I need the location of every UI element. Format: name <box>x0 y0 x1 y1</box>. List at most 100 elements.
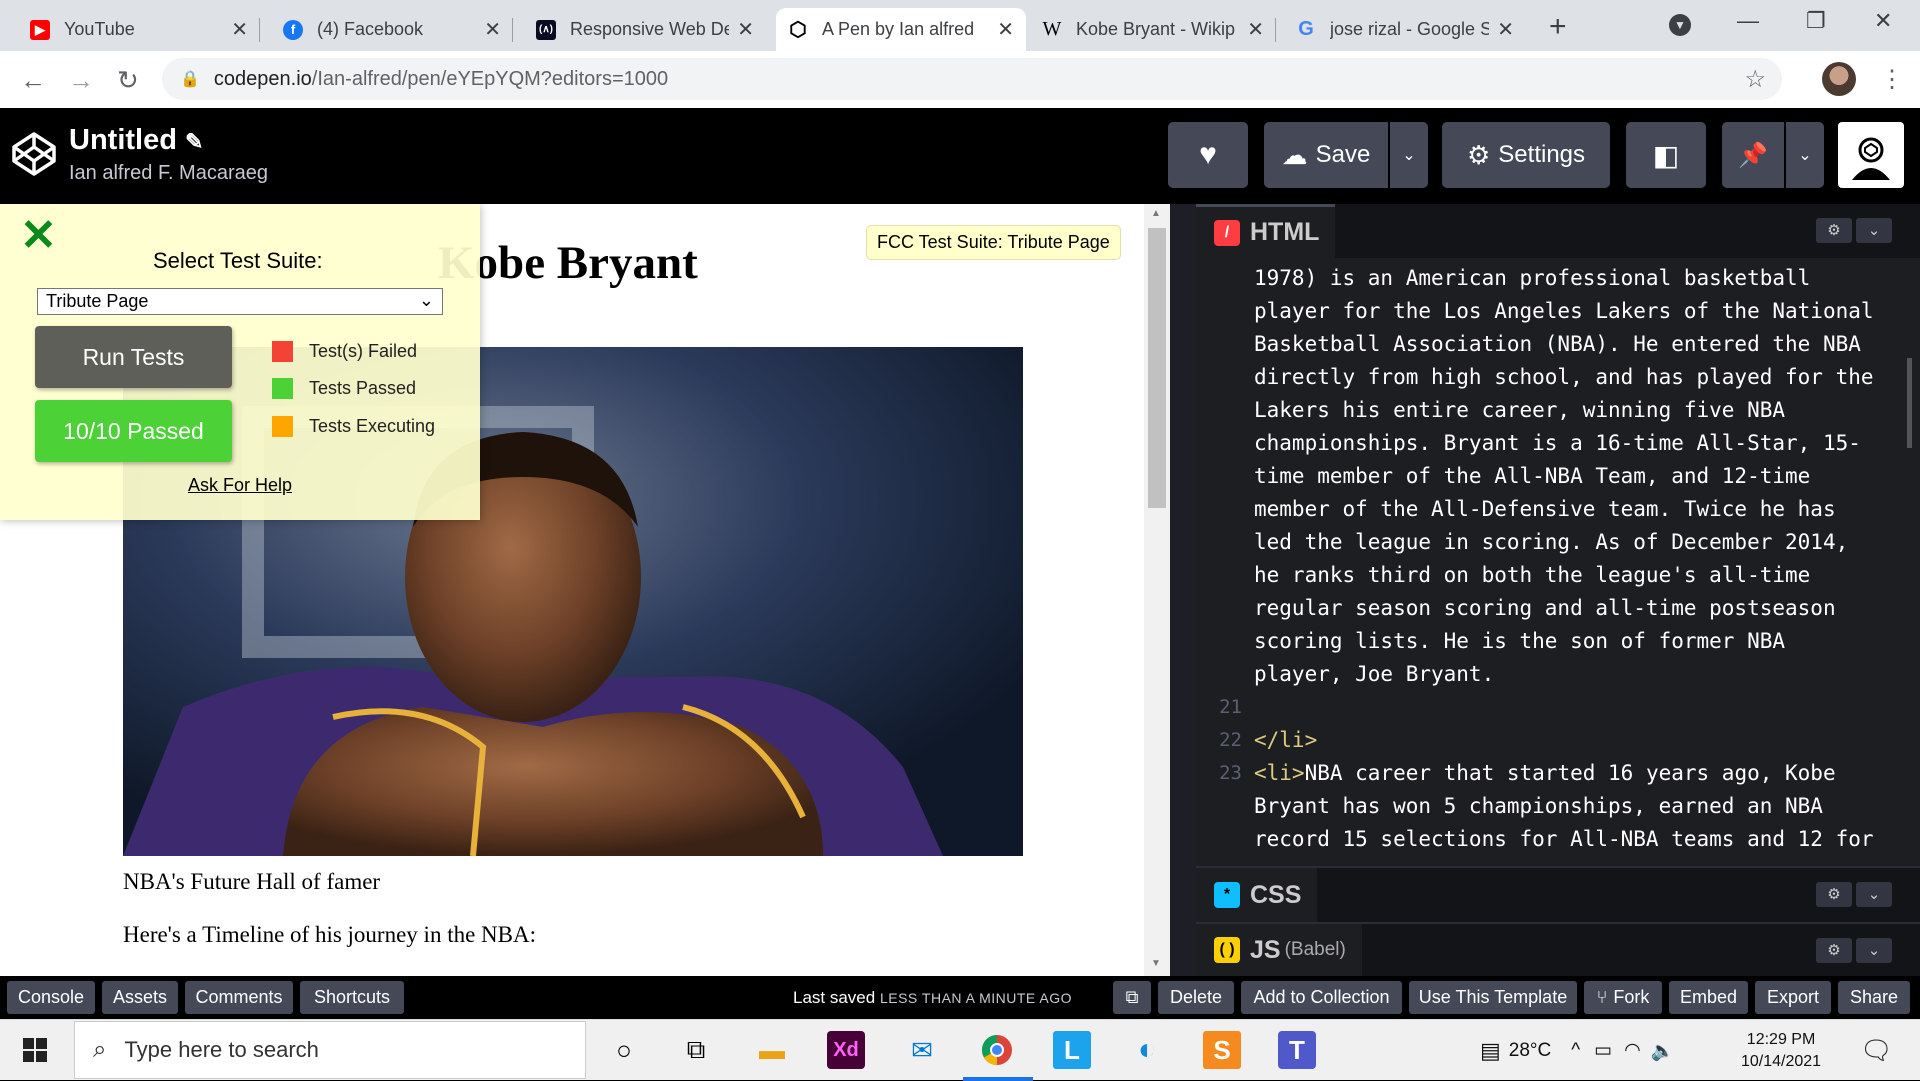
system-clock[interactable]: 12:29 PM 10/14/2021 <box>1741 1029 1821 1073</box>
layout-button[interactable]: ◧ <box>1626 122 1706 188</box>
chevron-up-icon[interactable]: ^ <box>1571 1040 1580 1062</box>
edge-icon[interactable]: ◐ <box>1128 1031 1166 1069</box>
gear-icon[interactable]: ⚙ <box>1816 882 1852 907</box>
gear-icon[interactable]: ⚙ <box>1816 938 1852 963</box>
tab-google[interactable]: G jose rizal - Google S ✕ <box>1284 8 1526 51</box>
html-code-editor[interactable]: 1978) is an American professional basket… <box>1196 258 1920 866</box>
lucidchart-icon[interactable]: L <box>1053 1031 1091 1069</box>
close-icon[interactable]: ✕ <box>997 17 1014 42</box>
windows-start-icon[interactable] <box>23 1038 47 1062</box>
external-link-icon: ⧉ <box>1125 987 1139 1007</box>
executing-swatch <box>272 416 293 437</box>
profile-avatar[interactable] <box>1822 62 1856 96</box>
close-icon[interactable]: ✕ <box>20 214 57 258</box>
use-template-button[interactable]: Use This Template <box>1409 981 1577 1014</box>
comments-button[interactable]: Comments <box>185 981 293 1014</box>
chevron-down-icon[interactable]: ⌄ <box>1856 218 1892 243</box>
new-tab-icon[interactable]: + <box>1549 10 1567 44</box>
cortana-icon[interactable]: ○ <box>605 1031 643 1069</box>
teams-icon[interactable]: T <box>1278 1031 1316 1069</box>
fcc-test-suite-badge[interactable]: FCC Test Suite: Tribute Page <box>866 225 1121 260</box>
save-button[interactable]: ☁ Save <box>1264 122 1388 188</box>
save-options-button[interactable]: ⌄ <box>1390 122 1428 188</box>
code-line: time member of the All-NBA Team, and 12-… <box>1254 464 1811 488</box>
edit-pencil-icon[interactable]: ✎ <box>185 129 203 154</box>
tests-result-button[interactable]: 10/10 Passed <box>35 400 232 462</box>
url-field[interactable]: 🔒 codepen.io/Ian-alfred/pen/eYEpYQM?edit… <box>162 58 1782 100</box>
bookmark-star-icon[interactable]: ☆ <box>1744 65 1766 94</box>
code-scrollbar[interactable] <box>1907 358 1912 448</box>
notifications-icon[interactable]: 🗨 <box>1860 1035 1893 1066</box>
taskbar-search-input[interactable]: ⌕ Type here to search <box>74 1021 586 1079</box>
pen-title[interactable]: Untitled ✎ <box>69 124 203 157</box>
legend-label: Tests Executing <box>309 416 436 436</box>
chrome-icon[interactable] <box>978 1031 1016 1069</box>
scroll-up-icon[interactable]: ▲ <box>1151 208 1161 219</box>
sublime-text-icon[interactable]: S <box>1203 1031 1241 1069</box>
forward-icon[interactable]: → <box>68 65 94 96</box>
task-view-icon[interactable]: ⧉ <box>677 1031 715 1069</box>
delete-button[interactable]: Delete <box>1158 981 1234 1014</box>
mail-icon[interactable]: ✉ <box>903 1031 941 1069</box>
clock-time: 12:29 PM <box>1746 1031 1816 1048</box>
love-button[interactable]: ♥ <box>1168 122 1248 188</box>
assets-button[interactable]: Assets <box>102 981 178 1014</box>
test-suite-select[interactable]: Tribute Page ⌄ <box>37 288 443 315</box>
pin-options-button[interactable]: ⌄ <box>1786 122 1824 188</box>
legend-executing: Tests Executing <box>272 416 435 437</box>
wifi-icon[interactable]: ◠ <box>1624 1039 1641 1062</box>
restore-icon[interactable]: ❐ <box>1806 8 1826 34</box>
battery-icon[interactable]: ▭ <box>1594 1039 1612 1062</box>
preview-scrollbar[interactable]: ▲ ▼ <box>1144 204 1170 976</box>
pin-button[interactable]: 📌 <box>1722 122 1784 188</box>
tab-search-icon[interactable]: ▼ <box>1669 14 1691 36</box>
chevron-down-icon[interactable]: ⌄ <box>1856 882 1892 907</box>
volume-icon[interactable]: 🔈 <box>1651 1039 1675 1063</box>
window-close-icon[interactable]: ✕ <box>1874 8 1892 34</box>
tab-css[interactable]: * CSS <box>1196 868 1318 922</box>
close-icon[interactable]: ✕ <box>1497 17 1514 42</box>
reload-icon[interactable]: ↻ <box>117 65 139 96</box>
chevron-down-icon[interactable]: ⌄ <box>1856 938 1892 963</box>
weather-icon[interactable]: ▤ <box>1480 1038 1501 1064</box>
pane-resize-handle[interactable] <box>1170 204 1196 976</box>
code-line: Bryant has won 5 championships, earned a… <box>1254 794 1823 818</box>
open-external-button[interactable]: ⧉ <box>1113 981 1151 1014</box>
run-tests-button[interactable]: Run Tests <box>35 326 232 388</box>
add-to-collection-button[interactable]: Add to Collection <box>1241 981 1402 1014</box>
js-editor-header: ( ) JS (Babel) ⚙ ⌄ <box>1196 922 1920 976</box>
minimize-icon[interactable]: — <box>1737 8 1759 34</box>
tab-js[interactable]: ( ) JS (Babel) <box>1196 924 1362 976</box>
close-icon[interactable]: ✕ <box>1247 17 1264 42</box>
tab-fcc[interactable]: (∧) Responsive Web De ✕ <box>524 8 766 51</box>
code-line: he ranks third on both the league's all-… <box>1254 563 1811 587</box>
user-avatar[interactable] <box>1838 122 1904 188</box>
tab-codepen[interactable]: ⬡ A Pen by Ian alfred ✕ <box>776 8 1026 51</box>
export-button[interactable]: Export <box>1755 981 1831 1014</box>
file-explorer-icon[interactable]: ▬ <box>753 1031 791 1069</box>
shortcuts-button[interactable]: Shortcuts <box>300 981 404 1014</box>
gear-icon[interactable]: ⚙ <box>1816 218 1852 243</box>
back-icon[interactable]: ← <box>20 65 46 96</box>
settings-button[interactable]: ⚙ Settings <box>1442 122 1610 188</box>
close-icon[interactable]: ✕ <box>737 17 754 42</box>
adobe-xd-icon[interactable]: Xd <box>827 1031 865 1069</box>
close-icon[interactable]: ✕ <box>231 17 248 42</box>
code-line: led the league in scoring. As of Decembe… <box>1254 530 1849 554</box>
fork-button[interactable]: ⑂ Fork <box>1584 981 1662 1014</box>
share-button[interactable]: Share <box>1838 981 1910 1014</box>
temperature-value[interactable]: 28°C <box>1509 1040 1551 1062</box>
scroll-down-icon[interactable]: ▼ <box>1151 958 1161 969</box>
console-button[interactable]: Console <box>7 981 95 1014</box>
ask-for-help-link[interactable]: Ask For Help <box>188 475 292 496</box>
pen-author[interactable]: Ian alfred F. Macaraeg <box>69 162 268 185</box>
menu-kebab-icon[interactable]: ⋮ <box>1880 65 1904 94</box>
codepen-logo-icon[interactable] <box>10 130 58 178</box>
tab-html[interactable]: / HTML <box>1196 204 1336 258</box>
tab-youtube[interactable]: ▶ YouTube ✕ <box>18 8 260 51</box>
close-icon[interactable]: ✕ <box>484 17 501 42</box>
tab-facebook[interactable]: f (4) Facebook ✕ <box>271 8 513 51</box>
scroll-thumb[interactable] <box>1148 228 1166 508</box>
embed-button[interactable]: Embed <box>1669 981 1748 1014</box>
tab-wikipedia[interactable]: W Kobe Bryant - Wikip ✕ <box>1030 8 1276 51</box>
